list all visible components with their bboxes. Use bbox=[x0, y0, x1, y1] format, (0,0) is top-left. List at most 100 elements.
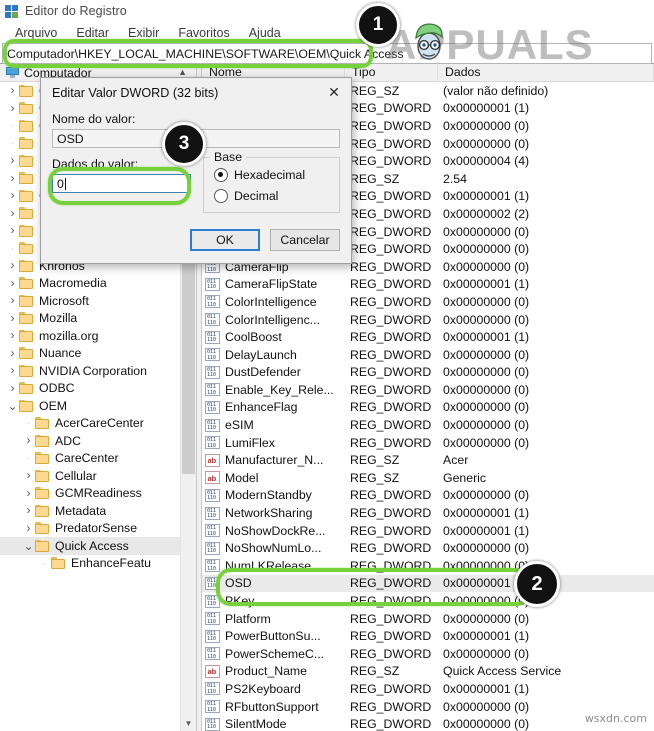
address-bar[interactable]: Computador\HKEY_LOCAL_MACHINE\SOFTWARE\O… bbox=[2, 43, 652, 64]
tree-node[interactable]: › GCMReadiness bbox=[0, 485, 196, 503]
table-row[interactable]: PowerButtonSu... REG_DWORD 0x00000001 (1) bbox=[202, 627, 654, 645]
table-row[interactable]: Model REG_SZ Generic bbox=[202, 469, 654, 487]
value-type-cell: REG_DWORD bbox=[350, 558, 432, 573]
value-name-cell: Enable_Key_Rele... bbox=[225, 382, 334, 397]
tree-node[interactable]: · EnhanceFeatu bbox=[0, 555, 196, 573]
tree-node[interactable]: › Macromedia bbox=[0, 275, 196, 293]
menu-item-favoritos[interactable]: Favoritos bbox=[169, 25, 238, 41]
chevron-down-icon[interactable]: ⌄ bbox=[22, 540, 35, 552]
chevron-right-icon[interactable]: › bbox=[22, 485, 35, 502]
tree-node[interactable]: › Nuance bbox=[0, 345, 196, 363]
table-row[interactable]: LumiFlex REG_DWORD 0x00000000 (0) bbox=[202, 434, 654, 452]
chevron-right-icon[interactable]: › bbox=[6, 187, 19, 204]
table-row[interactable]: Enable_Key_Rele... REG_DWORD 0x00000000 (0… bbox=[202, 381, 654, 399]
table-row[interactable]: OSDREG_DWORD0x00000001 (1) bbox=[202, 574, 654, 593]
chevron-right-icon[interactable]: › bbox=[6, 257, 19, 274]
radio-hexadecimal[interactable]: Hexadecimal bbox=[214, 168, 331, 182]
chevron-right-icon[interactable]: › bbox=[6, 327, 19, 344]
table-row[interactable]: DustDefender REG_DWORD 0x00000000 (0) bbox=[202, 364, 654, 382]
table-row[interactable]: NumLKReleaseREG_DWORD0x00000000 (0) bbox=[202, 557, 654, 575]
table-row[interactable]: PowerSchemeC... REG_DWORD 0x00000000 (0) bbox=[202, 645, 654, 663]
chevron-right-icon[interactable]: › bbox=[6, 362, 19, 379]
radio-decimal[interactable]: Decimal bbox=[214, 189, 331, 203]
table-row[interactable]: NetworkSharing REG_DWORD 0x00000001 (1) bbox=[202, 504, 654, 522]
table-row[interactable]: eSIM REG_DWORD 0x00000000 (0) bbox=[202, 416, 654, 434]
table-row[interactable]: PS2Keyboard REG_DWORD 0x00000001 (1) bbox=[202, 680, 654, 698]
ok-button[interactable]: OK bbox=[190, 229, 260, 251]
table-row[interactable]: PKeyREG_DWORD0x00000000 (0) bbox=[202, 592, 654, 610]
tree-node[interactable]: ⌄ Quick Access bbox=[0, 537, 196, 555]
chevron-right-icon[interactable]: › bbox=[6, 82, 19, 99]
table-row[interactable]: CoolBoost REG_DWORD 0x00000001 (1) bbox=[202, 328, 654, 346]
chevron-right-icon[interactable]: › bbox=[6, 170, 19, 187]
value-type-cell: REG_DWORD bbox=[350, 294, 432, 309]
chevron-down-icon[interactable]: ⌄ bbox=[6, 400, 19, 412]
table-row[interactable]: CameraFlipState REG_DWORD 0x00000001 (1) bbox=[202, 276, 654, 294]
dialog-body: Nome do valor: OSD Dados do valor: 0 Bas… bbox=[41, 107, 351, 223]
radio-decimal-icon bbox=[214, 189, 228, 203]
chevron-right-icon[interactable]: › bbox=[6, 345, 19, 362]
folder-icon bbox=[19, 347, 34, 360]
table-row[interactable]: NoShowDockRe... REG_DWORD 0x00000001 (1) bbox=[202, 522, 654, 540]
table-row[interactable]: ColorIntelligenc... REG_DWORD 0x00000000 (… bbox=[202, 311, 654, 329]
value-data-cell: 0x00000000 (0) bbox=[443, 242, 530, 257]
chevron-right-icon[interactable]: › bbox=[6, 275, 19, 292]
value-data-input[interactable]: 0 bbox=[52, 174, 191, 193]
chevron-right-icon[interactable]: › bbox=[22, 520, 35, 537]
value-name-cell: OSD bbox=[225, 576, 252, 591]
chevron-right-icon[interactable]: › bbox=[22, 502, 35, 519]
dword-value-icon bbox=[205, 559, 220, 573]
tree-node[interactable]: › Metadata bbox=[0, 502, 196, 520]
menu-item-ajuda[interactable]: Ajuda bbox=[240, 25, 290, 41]
value-name-cell: ModernStandby bbox=[225, 488, 312, 503]
table-row[interactable]: EnhanceFlag REG_DWORD 0x00000000 (0) bbox=[202, 399, 654, 417]
tree-node[interactable]: › mozilla.org bbox=[0, 327, 196, 345]
chevron-right-icon[interactable]: › bbox=[22, 467, 35, 484]
table-row[interactable]: NoShowNumLo... REG_DWORD 0x00000000 (0) bbox=[202, 539, 654, 557]
chevron-right-icon[interactable]: › bbox=[22, 432, 35, 449]
tree-node[interactable]: › Cellular bbox=[0, 467, 196, 485]
registry-editor-window: Editor do Registro Arquivo Editar Exibir… bbox=[0, 0, 654, 731]
folder-icon bbox=[35, 504, 50, 517]
table-row[interactable]: ModernStandby REG_DWORD 0x00000000 (0) bbox=[202, 487, 654, 505]
chevron-up-icon[interactable]: ▲ bbox=[178, 67, 187, 77]
tree-node[interactable]: · AcerCareCenter bbox=[0, 415, 196, 433]
menu-item-exibir[interactable]: Exibir bbox=[119, 25, 168, 41]
chevron-right-icon[interactable]: › bbox=[6, 100, 19, 117]
chevron-right-icon[interactable]: › bbox=[6, 222, 19, 239]
tree-node[interactable]: · CareCenter bbox=[0, 450, 196, 468]
tree-node[interactable]: › NVIDIA Corporation bbox=[0, 362, 196, 380]
folder-icon bbox=[19, 277, 34, 290]
tree-node[interactable]: › Mozilla bbox=[0, 310, 196, 328]
table-row[interactable]: Manufacturer_N... REG_SZ Acer bbox=[202, 451, 654, 469]
chevron-right-icon[interactable]: › bbox=[6, 380, 19, 397]
base-fieldset: Base Hexadecimal Decimal bbox=[203, 150, 340, 213]
dialog-row-data-base: Dados do valor: 0 Base Hexadecimal Decim… bbox=[52, 150, 340, 213]
tree-node[interactable]: › PredatorSense bbox=[0, 520, 196, 538]
tree-node[interactable]: › Microsoft bbox=[0, 292, 196, 310]
menu-item-arquivo[interactable]: Arquivo bbox=[6, 25, 66, 41]
tree-node[interactable]: › ADC bbox=[0, 432, 196, 450]
chevron-right-icon[interactable]: › bbox=[6, 310, 19, 327]
tree-node[interactable]: › ODBC bbox=[0, 380, 196, 398]
dialog-title-bar: Editar Valor DWORD (32 bits) ✕ bbox=[41, 78, 351, 107]
table-row[interactable]: ColorIntelligence REG_DWORD 0x00000000 (0) bbox=[202, 293, 654, 311]
value-type-cell: REG_SZ bbox=[350, 83, 400, 98]
scroll-down-arrow-icon[interactable]: ▼ bbox=[181, 717, 196, 731]
table-row[interactable]: Platform REG_DWORD 0x00000000 (0) bbox=[202, 610, 654, 628]
chevron-right-icon[interactable]: › bbox=[6, 152, 19, 169]
folder-icon bbox=[19, 329, 34, 342]
column-header-data[interactable]: Dados bbox=[438, 64, 654, 81]
chevron-right-icon[interactable]: › bbox=[6, 205, 19, 222]
column-header-type[interactable]: Tipo bbox=[345, 64, 438, 81]
value-data-cell: 0x00000002 (2) bbox=[443, 206, 530, 221]
value-type-cell: REG_DWORD bbox=[350, 418, 432, 433]
cancel-button[interactable]: Cancelar bbox=[270, 229, 340, 251]
table-row[interactable]: Product_Name REG_SZ Quick Access Service bbox=[202, 663, 654, 681]
chevron-right-icon[interactable]: › bbox=[6, 292, 19, 309]
close-icon[interactable]: ✕ bbox=[317, 81, 351, 105]
table-row[interactable]: DelayLaunch REG_DWORD 0x00000000 (0) bbox=[202, 346, 654, 364]
tree-node[interactable]: ⌄ OEM bbox=[0, 397, 196, 415]
value-type-cell: REG_SZ bbox=[350, 664, 400, 679]
menu-item-editar[interactable]: Editar bbox=[67, 25, 118, 41]
